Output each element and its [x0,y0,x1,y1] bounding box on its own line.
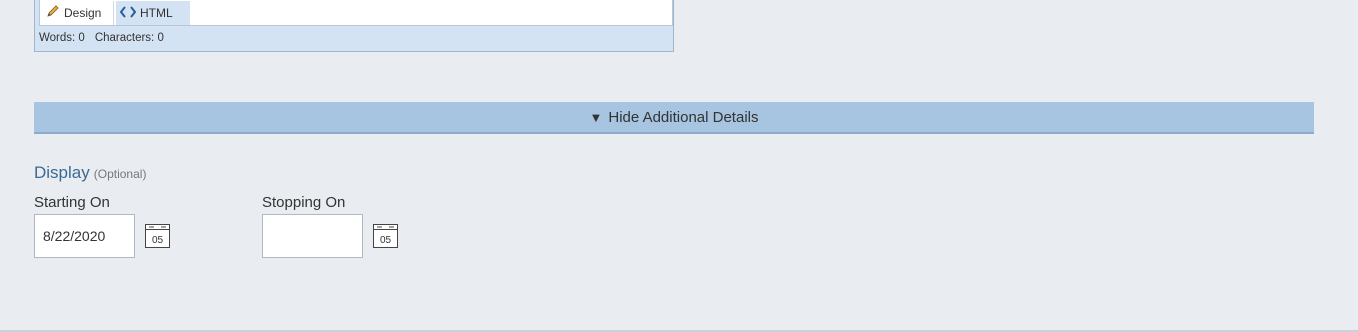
calendar-icon: 05 [373,224,398,248]
calendar-day-text: 05 [152,235,164,246]
calendar-day-text: 05 [380,235,392,246]
editor-status-bar: Words: 0 Characters: 0 [39,32,174,44]
html-mode-label: HTML [140,6,173,20]
design-mode-tab[interactable]: Design [42,1,114,25]
triangle-down-icon: ▼ [589,110,603,125]
word-count: Words: 0 [39,32,85,44]
calendar-icon: 05 [145,224,170,248]
design-mode-label: Design [64,6,102,20]
stopping-on-input[interactable] [262,214,363,258]
editor-frame: Design HTML Words: 0 Characters: 0 [34,0,674,52]
stopping-on-calendar-button[interactable]: 05 [373,224,398,248]
display-title: Display [34,163,90,182]
starting-on-input[interactable] [34,214,135,258]
starting-on-label: Starting On [34,194,110,211]
toggle-label: Hide Additional Details [608,109,759,126]
optional-hint: (Optional) [93,167,147,181]
starting-on-calendar-button[interactable]: 05 [145,224,170,248]
display-section-title: Display (Optional) [34,163,146,183]
stopping-on-label: Stopping On [262,194,346,211]
pencil-icon [46,2,60,26]
character-count: Characters: 0 [94,32,164,44]
hide-additional-details-toggle[interactable]: ▼ Hide Additional Details [34,102,1314,134]
code-icon [119,2,137,26]
html-mode-tab[interactable]: HTML [116,1,190,25]
editor-mode-bar: Design HTML [39,0,673,26]
